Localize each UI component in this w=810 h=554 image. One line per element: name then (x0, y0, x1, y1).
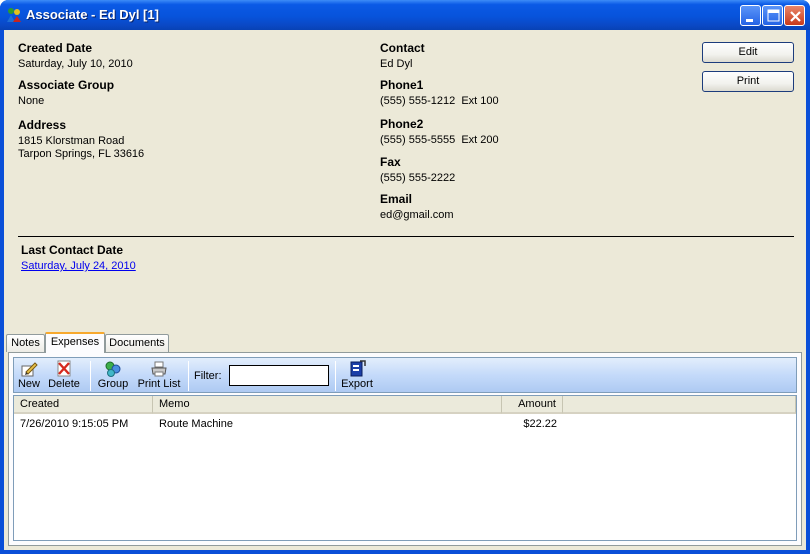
minimize-icon (746, 19, 753, 22)
cell-created: 7/26/2010 9:15:05 PM (20, 418, 129, 430)
maximize-icon (767, 9, 780, 22)
phone2-value: (555) 555-5555 Ext 200 (380, 134, 499, 146)
export-label: Export (341, 378, 373, 390)
edit-button[interactable]: Edit (702, 42, 794, 63)
close-icon (790, 11, 801, 22)
minimize-button[interactable] (740, 5, 761, 26)
print-button[interactable]: Print (702, 71, 794, 92)
column-header-created[interactable]: Created (14, 396, 153, 414)
delete-button[interactable]: Delete (46, 360, 82, 392)
last-contact-date-label: Last Contact Date (21, 243, 124, 257)
expenses-toolbar: New Delete Group Print List Filter: Expo… (13, 357, 797, 393)
group-label: Group (97, 378, 129, 390)
printer-icon (151, 361, 167, 377)
group-icon (105, 361, 121, 377)
filter-input[interactable] (229, 365, 329, 386)
title-bar[interactable]: Associate - Ed Dyl [1] (0, 0, 810, 30)
filter-label: Filter: (194, 370, 222, 382)
print-list-label: Print List (137, 378, 181, 390)
associate-group-label: Associate Group (18, 78, 115, 92)
column-header-amount[interactable]: Amount (502, 396, 563, 414)
email-label: Email (380, 192, 413, 206)
maximize-button[interactable] (762, 5, 783, 26)
column-header-filler (563, 396, 796, 414)
cell-memo: Route Machine (159, 418, 233, 430)
close-button[interactable] (784, 5, 805, 26)
column-header-memo[interactable]: Memo (153, 396, 502, 414)
associate-group-value: None (18, 95, 45, 107)
toolbar-separator (188, 361, 189, 391)
table-row[interactable]: 7/26/2010 9:15:05 PM Route Machine $22.2… (14, 416, 796, 434)
email-value: ed@gmail.com (380, 209, 454, 221)
created-date-value: Saturday, July 10, 2010 (18, 58, 133, 70)
tab-notes[interactable]: Notes (6, 334, 45, 352)
tab-expenses[interactable]: Expenses (45, 332, 105, 353)
export-icon (350, 360, 366, 377)
address-line2: Tarpon Springs, FL 33616 (18, 148, 145, 160)
new-button[interactable]: New (16, 360, 42, 392)
fax-label: Fax (380, 155, 401, 169)
associates-app-icon (7, 8, 21, 22)
group-button[interactable]: Group (96, 360, 130, 392)
address-label: Address (18, 118, 67, 132)
delete-x-icon (57, 360, 71, 377)
address-line1: 1815 Klorstman Road (18, 135, 125, 147)
print-list-button[interactable]: Print List (136, 360, 182, 392)
phone2-label: Phone2 (380, 117, 424, 131)
expenses-grid: Created Memo Amount 7/26/2010 9:15:05 PM… (13, 395, 797, 541)
last-contact-date-link[interactable]: Saturday, July 24, 2010 (21, 260, 136, 273)
cell-amount: $22.22 (523, 418, 557, 430)
expenses-tab-panel: New Delete Group Print List Filter: Expo… (8, 352, 802, 546)
client-area: Created Date Saturday, July 10, 2010 Ass… (4, 30, 806, 550)
export-button[interactable]: Export (340, 360, 374, 392)
created-date-label: Created Date (18, 41, 93, 55)
phone1-value: (555) 555-1212 Ext 100 (380, 95, 499, 107)
tab-documents[interactable]: Documents (105, 334, 169, 352)
new-pencil-icon (21, 362, 38, 377)
delete-label: Delete (48, 378, 80, 390)
toolbar-separator (335, 361, 336, 391)
associate-window: Associate - Ed Dyl [1] Created Date Satu… (0, 0, 810, 554)
fax-value: (555) 555-2222 (380, 172, 456, 184)
toolbar-separator (90, 361, 91, 391)
contact-label: Contact (380, 41, 425, 55)
phone1-label: Phone1 (380, 78, 424, 92)
section-divider (18, 236, 794, 237)
contact-value: Ed Dyl (380, 58, 413, 70)
window-title: Associate - Ed Dyl [1] (26, 7, 159, 22)
new-label: New (17, 378, 40, 390)
